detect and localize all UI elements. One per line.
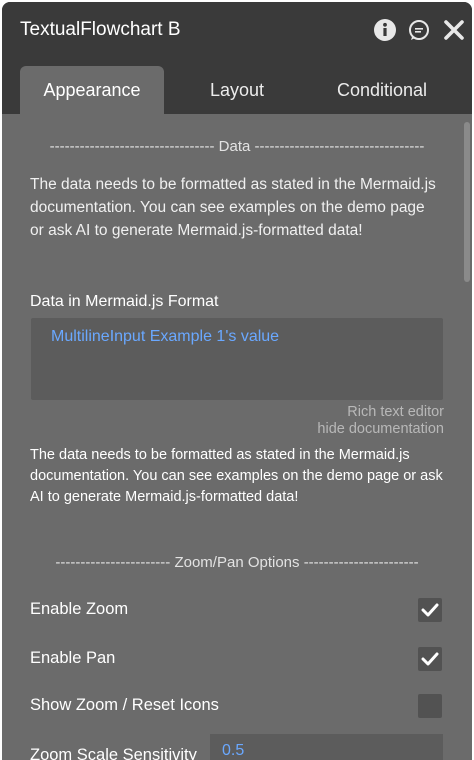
enable-pan-checkbox[interactable] [418,647,442,671]
data-field-label: Data in Mermaid.js Format [30,293,219,310]
vertical-scrollbar[interactable] [464,122,470,282]
appearance-content: --------------------------------- Data -… [2,114,472,760]
mermaid-data-textarea[interactable]: MultilineInput Example 1's value [31,318,443,400]
enable-pan-label: Enable Pan [30,649,116,667]
checkmark-icon [421,652,439,666]
zoom-sensitivity-label: Zoom Scale Sensitivity [30,746,197,760]
zoom-section-separator: ----------------------- Zoom/Pan Options… [55,554,419,571]
data-section-separator: --------------------------------- Data -… [49,138,425,155]
documentation-text: The data needs to be formatted as stated… [30,447,443,505]
show-zoom-icons-checkbox[interactable] [418,694,442,718]
zoom-sensitivity-value: 0.5 [222,742,245,759]
enable-zoom-checkbox[interactable] [418,598,442,622]
show-zoom-icons-label: Show Zoom / Reset Icons [30,696,219,714]
zoom-sensitivity-input[interactable]: 0.5 [210,734,443,760]
panel-title: TextualFlowchart B [20,19,181,40]
hide-documentation-link[interactable]: hide documentation [317,421,444,437]
close-icon[interactable] [442,18,466,42]
tab-bar: Appearance Layout Conditional [2,62,472,114]
enable-zoom-label: Enable Zoom [30,600,129,618]
mermaid-data-value: MultilineInput Example 1's value [51,328,280,345]
tab-appearance[interactable]: Appearance [20,66,164,114]
tab-conditional[interactable]: Conditional [312,66,452,114]
rich-text-editor-link[interactable]: Rich text editor [347,404,444,420]
info-icon[interactable] [373,18,397,42]
panel-titlebar: TextualFlowchart B [2,2,472,62]
checkmark-icon [421,603,439,617]
comment-icon[interactable] [407,18,431,42]
data-section-description: The data needs to be formatted as stated… [30,176,436,239]
tab-layout[interactable]: Layout [172,66,302,114]
property-editor-panel: TextualFlowchart B Appearance Layout Con… [2,2,472,760]
